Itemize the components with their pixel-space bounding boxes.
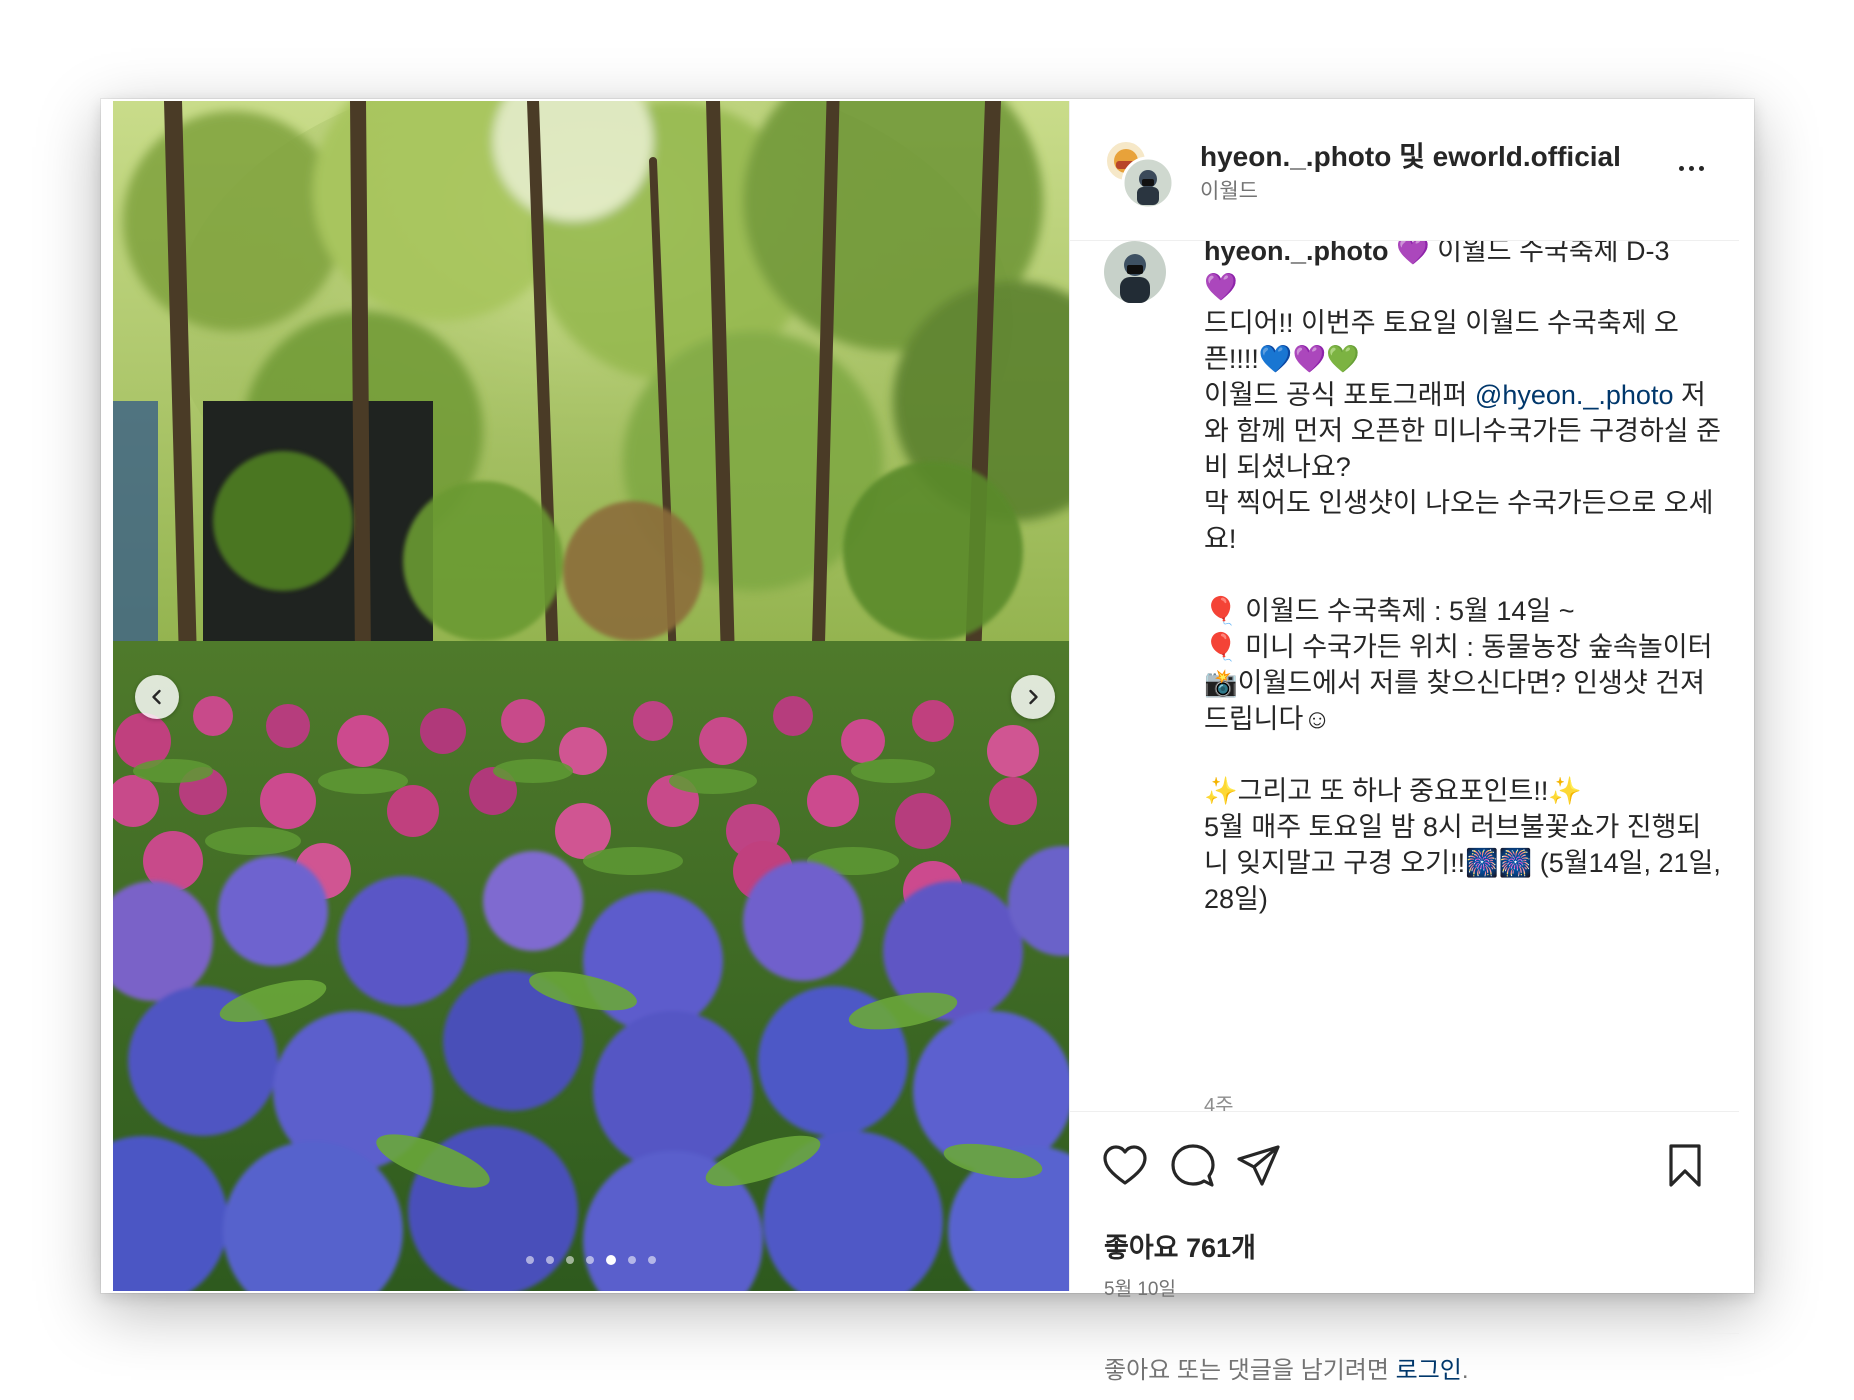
- caption-time-ago: 4주: [1204, 1095, 1234, 1112]
- caption-line: 💜: [1204, 269, 1724, 305]
- caption-text: 픈!!!!💙💜💚: [1204, 344, 1360, 374]
- chevron-right-icon: [1029, 689, 1038, 705]
- mention-link[interactable]: @hyeon._.photo: [1475, 380, 1674, 410]
- caption-line: 막 찍어도 인생샷이 나오는 수국가든으로 오세: [1204, 485, 1724, 521]
- instagram-post-window: hyeon._.photo 및 eworld.official 이월드 hyeo…: [101, 99, 1754, 1384]
- caption-text: 니 잊지말고 구경 오기!!🎆🎆 (5월14일, 21일,: [1204, 848, 1721, 878]
- caption-text: ✨그리고 또 하나 중요포인트!!✨: [1204, 776, 1582, 806]
- post-header: hyeon._.photo 및 eworld.official 이월드: [1070, 101, 1739, 241]
- caption-username-link[interactable]: hyeon._.photo: [1204, 241, 1396, 266]
- carousel-dot: [566, 1256, 574, 1264]
- caption-text: 5월 매주 토요일 밤 8시 러브불꽃쇼가 진행되: [1204, 812, 1702, 842]
- heart-icon[interactable]: [1102, 1143, 1148, 1189]
- caption-line: 🎈 미니 수국가든 위치 : 동물농장 숲속놀이터: [1204, 629, 1724, 665]
- caption-line: 🎈 이월드 수국축제 : 5월 14일 ~: [1204, 593, 1724, 629]
- caption-text: 🎈 이월드 수국축제 : 5월 14일 ~: [1204, 596, 1575, 626]
- caption-line: 이월드 공식 포토그래퍼 @hyeon._.photo 저: [1204, 377, 1724, 413]
- caption-text: 28일): [1204, 884, 1268, 914]
- caption-line: 와 함께 먼저 오픈한 미니수국가든 구경하실 준: [1204, 413, 1724, 449]
- caption-text: 드립니다☺: [1204, 704, 1331, 734]
- carousel-dot: [586, 1256, 594, 1264]
- login-link[interactable]: 로그인: [1396, 1357, 1462, 1384]
- paper-plane-icon[interactable]: [1236, 1143, 1282, 1189]
- caption-text: 🎈 미니 수국가든 위치 : 동물농장 숲속놀이터: [1204, 632, 1713, 662]
- carousel-dot: [648, 1256, 656, 1264]
- caption-text: 비 되셨나요?: [1204, 452, 1351, 482]
- caption-line: 드립니다☺: [1204, 701, 1724, 737]
- caption-text: 저: [1673, 380, 1706, 410]
- caption-line: [1204, 737, 1724, 773]
- caption-line: 요!: [1204, 521, 1724, 557]
- carousel-dot: [628, 1256, 636, 1264]
- caption-text: 💜: [1204, 272, 1238, 302]
- bookmark-icon[interactable]: [1662, 1143, 1708, 1189]
- more-options-icon: [1678, 165, 1684, 171]
- caption-text: 💜 이월드 수국축제 D-3: [1396, 241, 1670, 266]
- caption-line: 📸이월드에서 저를 찾으신다면? 인생샷 건져: [1204, 665, 1724, 701]
- login-prompt-footer: 좋아요 또는 댓글을 남기려면 로그인.: [1070, 1333, 1739, 1394]
- caption-text: 드디어!! 이번주 토요일 이월드 수국축제 오: [1204, 308, 1679, 338]
- caption-line: ✨그리고 또 하나 중요포인트!!✨: [1204, 773, 1724, 809]
- like-count[interactable]: 좋아요 761개: [1104, 1226, 1256, 1265]
- caption-line: 5월 매주 토요일 밤 8시 러브불꽃쇼가 진행되: [1204, 809, 1724, 845]
- more-options-button[interactable]: [1671, 153, 1711, 183]
- author-conjunction: 및: [1399, 141, 1425, 172]
- post-actions-bar: [1070, 1111, 1739, 1195]
- caption-text: 와 함께 먼저 오픈한 미니수국가든 구경하실 준: [1204, 416, 1721, 446]
- post-author-names: hyeon._.photo 및 eworld.official: [1200, 135, 1621, 175]
- caption-line: hyeon._.photo 💜 이월드 수국축제 D-3: [1204, 241, 1724, 269]
- post-photo: [113, 101, 1069, 1291]
- hydrangea-garden-image: [113, 101, 1069, 1291]
- caption-author-avatar[interactable]: [1104, 241, 1166, 303]
- carousel-prev-button[interactable]: [135, 675, 179, 719]
- caption-line: [1204, 557, 1724, 593]
- carousel-dot: [546, 1256, 554, 1264]
- login-prompt-suffix: .: [1461, 1357, 1469, 1384]
- login-prompt-prefix: 좋아요 또는 댓글을 남기려면: [1104, 1357, 1396, 1384]
- post-side-panel: hyeon._.photo 및 eworld.official 이월드 hyeo…: [1069, 101, 1739, 1384]
- caption-line: 28일): [1204, 881, 1724, 917]
- collaborator-username-link[interactable]: eworld.official: [1433, 141, 1621, 172]
- carousel-indicator: [113, 1255, 1069, 1265]
- caption-line: 비 되셨나요?: [1204, 449, 1724, 485]
- caption-text: 이월드 공식 포토그래퍼: [1204, 380, 1475, 410]
- post-caption: hyeon._.photo 💜 이월드 수국축제 D-3 💜 드디어!! 이번주 토…: [1204, 241, 1724, 917]
- post-date: 5월 10일: [1104, 1279, 1176, 1300]
- carousel-dot: [606, 1255, 616, 1265]
- caption-line: 픈!!!!💙💜💚: [1204, 341, 1724, 377]
- caption-text: 📸이월드에서 저를 찾으신다면? 인생샷 건져: [1204, 668, 1705, 698]
- caption-text: 요!: [1204, 524, 1237, 554]
- author-username-link[interactable]: hyeon._.photo: [1200, 141, 1391, 172]
- caption-section: hyeon._.photo 💜 이월드 수국축제 D-3 💜 드디어!! 이번주 토…: [1070, 241, 1739, 1112]
- carousel-dot: [526, 1256, 534, 1264]
- caption-line: 니 잊지말고 구경 오기!!🎆🎆 (5월14일, 21일,: [1204, 845, 1724, 881]
- chevron-left-icon: [152, 689, 161, 705]
- carousel-next-button[interactable]: [1011, 675, 1055, 719]
- caption-line: 드디어!! 이번주 토요일 이월드 수국축제 오: [1204, 305, 1724, 341]
- caption-text: 막 찍어도 인생샷이 나오는 수국가든으로 오세: [1204, 488, 1714, 518]
- collab-avatar[interactable]: [1104, 139, 1176, 211]
- comment-icon[interactable]: [1170, 1143, 1216, 1189]
- post-location-link[interactable]: 이월드: [1200, 175, 1258, 205]
- login-prompt-text: 좋아요 또는 댓글을 남기려면 로그인.: [1104, 1350, 1469, 1385]
